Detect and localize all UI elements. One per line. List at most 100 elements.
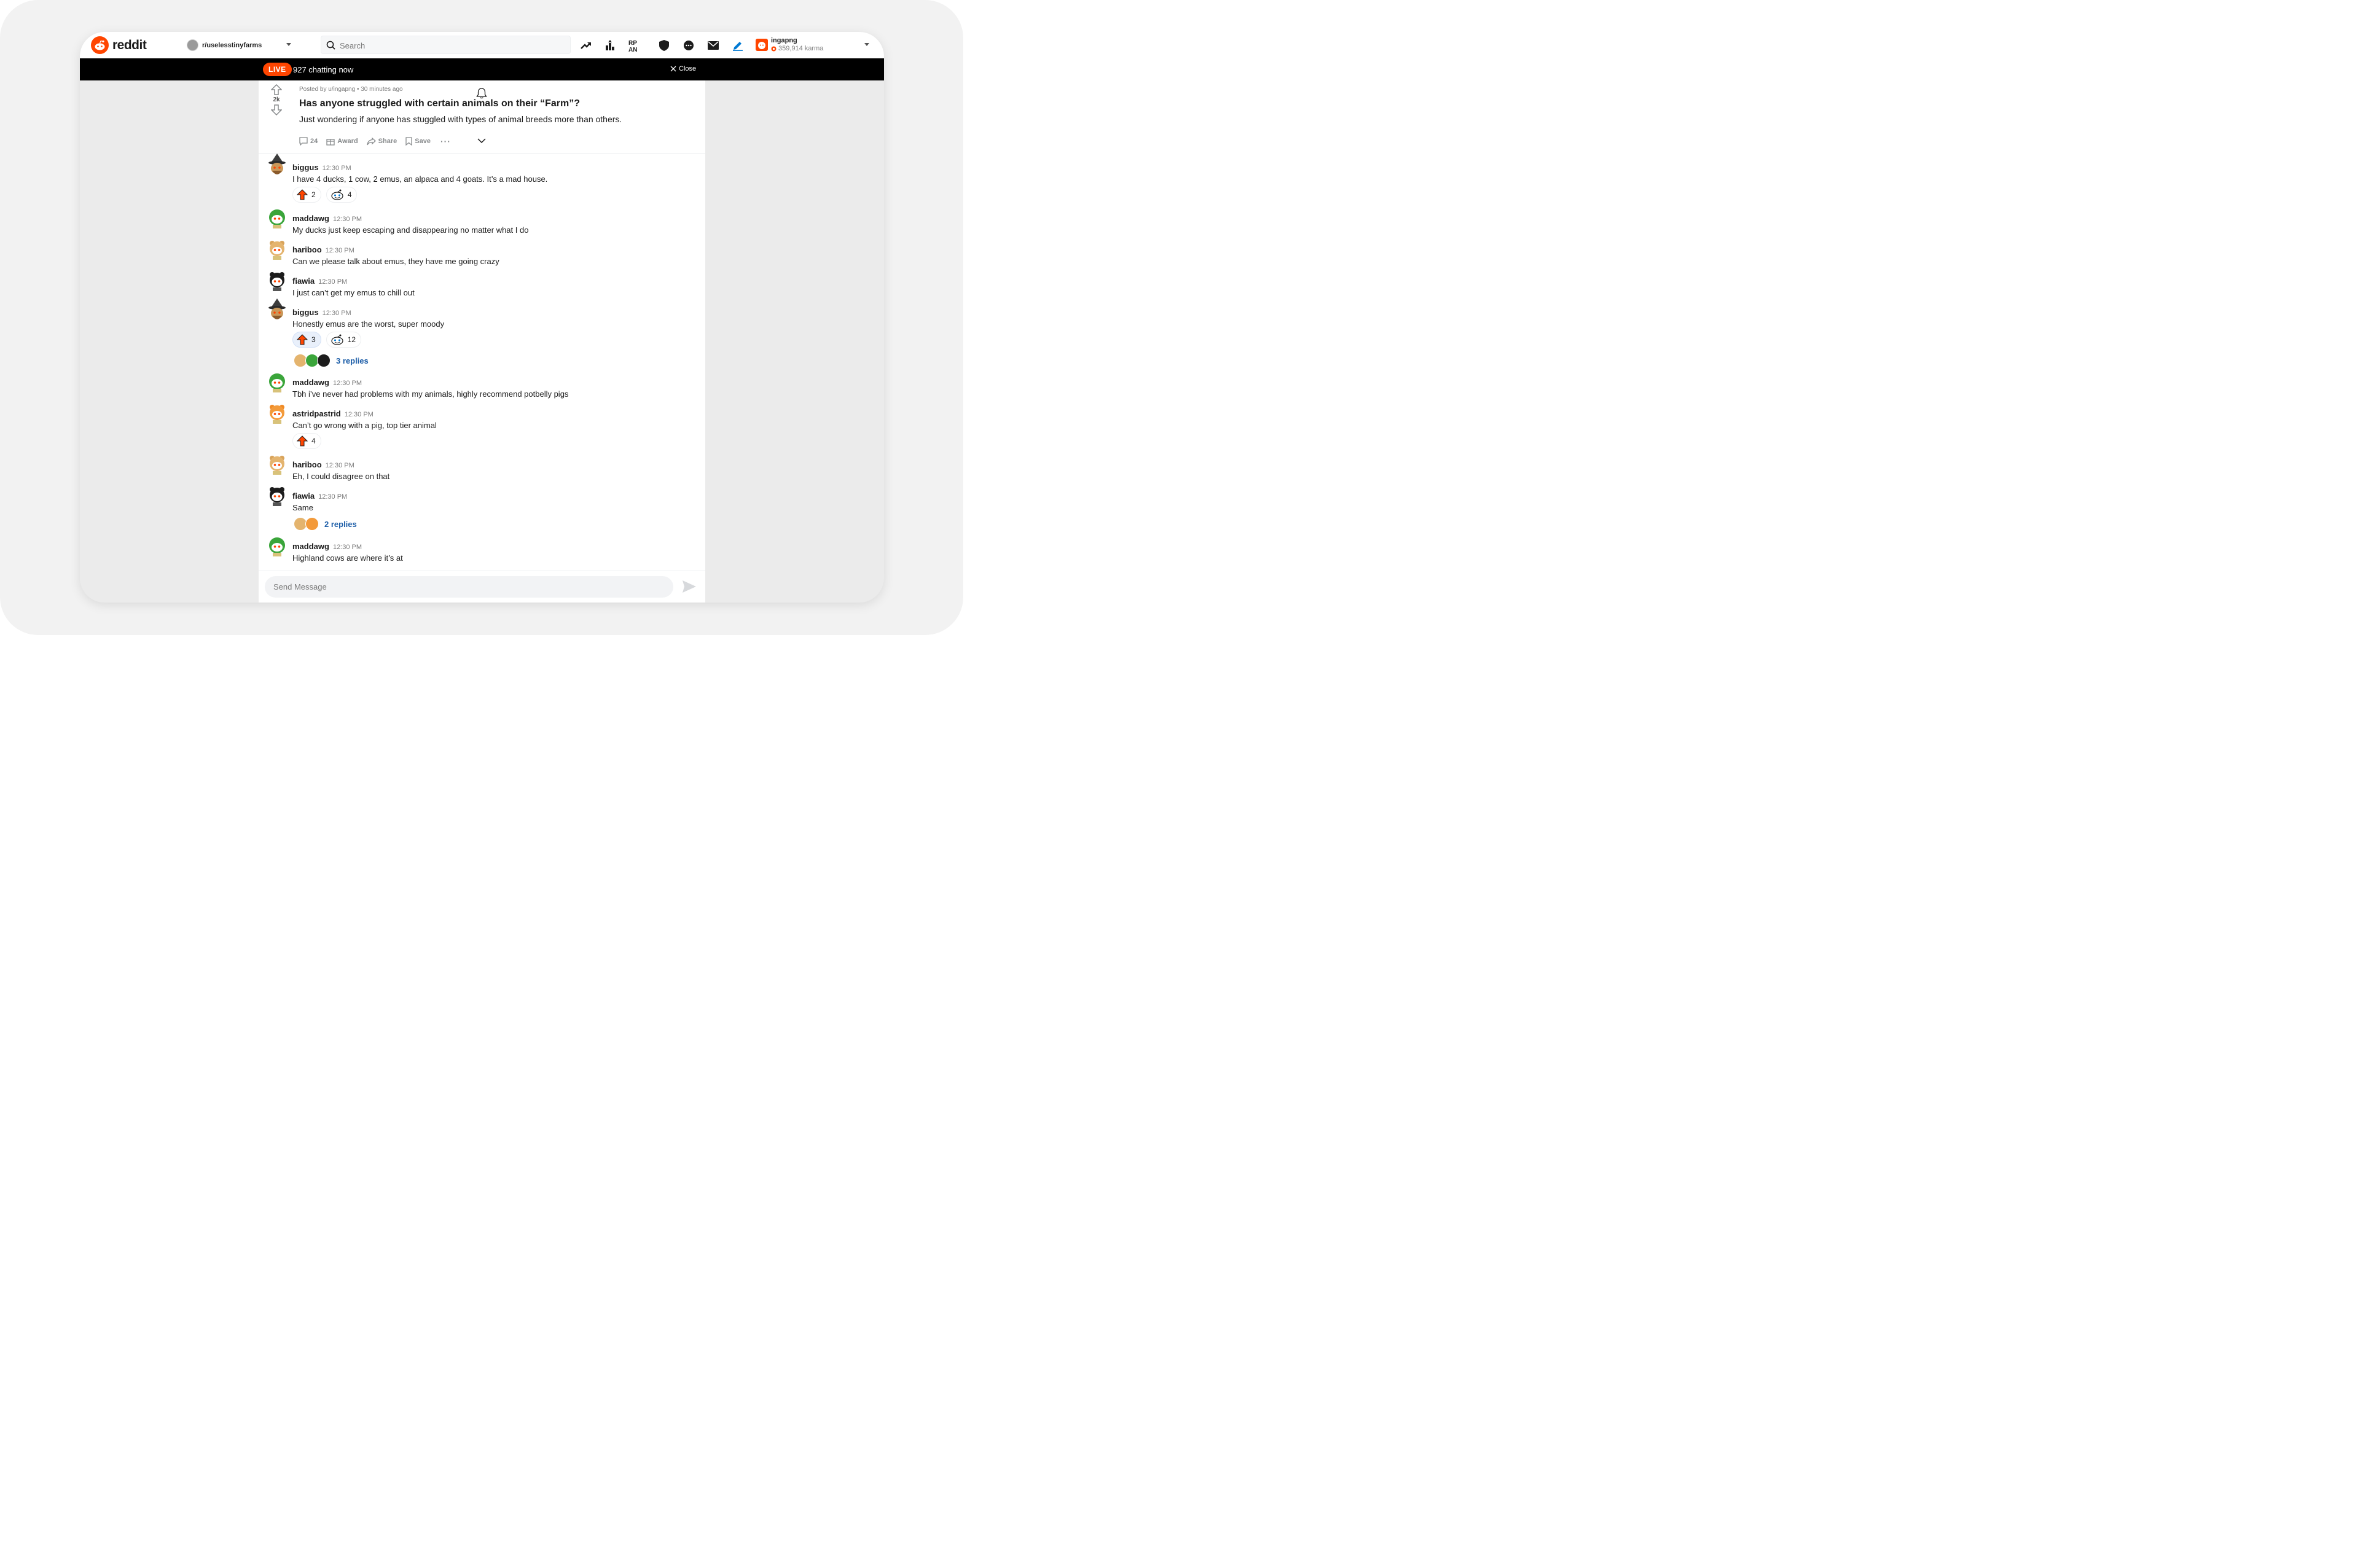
message-author[interactable]: hariboo [292, 245, 322, 254]
svg-text:AN: AN [628, 47, 637, 52]
user-avatar [756, 39, 768, 51]
rpan-icon[interactable]: RP AN [628, 39, 641, 52]
chat-icon[interactable] [682, 39, 695, 52]
reddit-wordmark: reddit [112, 37, 147, 52]
panda-avatar-icon [270, 487, 284, 506]
share-button[interactable]: Share [367, 137, 397, 146]
message-text: Same [292, 503, 313, 512]
upvote-reaction[interactable]: 3 [292, 332, 321, 348]
leaderboard-icon[interactable] [603, 39, 617, 52]
close-icon [670, 66, 676, 72]
inbox-mail-icon[interactable] [706, 39, 720, 52]
bear-avatar-icon [270, 456, 284, 475]
save-button[interactable]: Save [405, 137, 431, 146]
bear-avatar-icon [270, 241, 284, 260]
message-author[interactable]: maddawg [292, 542, 329, 551]
user-caret-down-icon[interactable] [864, 43, 870, 47]
chevron-down-icon[interactable] [477, 138, 486, 143]
message-author[interactable]: fiawia [292, 491, 315, 501]
community-name: r/uselesstinyfarms [202, 41, 262, 49]
message-text: I have 4 ducks, 1 cow, 2 emus, an alpaca… [292, 174, 548, 184]
message-author[interactable]: maddawg [292, 214, 329, 223]
message-text: Can we please talk about emus, they have… [292, 257, 499, 266]
karma-count: 359,914 karma [771, 45, 823, 53]
wizard-avatar-icon [268, 154, 286, 174]
create-post-pencil-icon[interactable] [731, 39, 745, 52]
top-navigation-bar: reddit r/uselesstinyfarms RPAN [80, 32, 884, 58]
post-body: Just wondering if anyone has stuggled wi… [299, 114, 622, 124]
username: ingapng [771, 37, 797, 44]
post-meta: Posted by u/ingapng • 30 minutes ago [299, 86, 403, 93]
message-author[interactable]: biggus [292, 308, 319, 317]
post-header: 2k Posted by u/ingapng • 30 minutes ago … [259, 80, 705, 154]
message-time: 12:30 PM [325, 247, 354, 254]
reaction-count: 12 [347, 335, 356, 344]
reactions: 3 12 [292, 332, 362, 348]
replies-thread[interactable]: 2 replies [294, 517, 357, 531]
post-actions: 24 Award Share Save ··· [299, 137, 451, 146]
mod-shield-icon[interactable] [657, 39, 671, 52]
caret-down-icon[interactable] [286, 43, 292, 47]
reddit-logo[interactable]: reddit [91, 36, 147, 54]
message-text: Tbh i’ve never had problems with my anim… [292, 389, 569, 399]
upvote-reaction[interactable]: 2 [292, 187, 321, 203]
post-title[interactable]: Has anyone struggled with certain animal… [299, 98, 580, 109]
replies-link[interactable]: 3 replies [336, 356, 369, 365]
search-bar [321, 36, 571, 55]
share-arrow-icon [367, 137, 376, 145]
comment-bubble-icon [299, 137, 308, 146]
community-icon [187, 39, 198, 51]
message-author[interactable]: hariboo [292, 460, 322, 469]
panda-avatar-icon [270, 272, 284, 291]
replies-thread[interactable]: 3 replies [294, 354, 369, 367]
message-text: Highland cows are where it’s at [292, 553, 403, 563]
reaction-count: 4 [311, 437, 316, 445]
snoo-reaction[interactable]: 12 [326, 332, 362, 348]
upvote-arrow-icon[interactable] [271, 84, 282, 95]
reactions: 2 4 [292, 187, 358, 203]
notification-bell-icon[interactable] [476, 87, 487, 99]
close-button[interactable]: Close [670, 65, 696, 72]
snoo-face-icon [331, 189, 343, 200]
message-text: I just can’t get my emus to chill out [292, 288, 415, 297]
close-label: Close [679, 65, 697, 72]
live-chat-banner: LIVE 927 chatting now Close [80, 58, 884, 80]
message-time: 12:30 PM [344, 411, 374, 418]
wizard-avatar-icon [268, 298, 286, 319]
message-author[interactable]: biggus [292, 163, 319, 172]
karma-icon [771, 46, 777, 52]
message-author[interactable]: astridpastrid [292, 409, 341, 418]
comments-button[interactable]: 24 [299, 137, 318, 146]
upvote-arrow-icon [297, 334, 308, 345]
bookmark-icon [405, 137, 412, 146]
browser-frame: reddit r/uselesstinyfarms RPAN [80, 32, 884, 603]
message-time: 12:30 PM [318, 278, 348, 286]
message-time: 12:30 PM [322, 165, 351, 172]
share-label: Share [378, 138, 397, 145]
community-selector[interactable]: r/uselesstinyfarms [187, 39, 262, 51]
message-author[interactable]: maddawg [292, 378, 329, 387]
downvote-arrow-icon[interactable] [271, 104, 282, 115]
upvote-reaction[interactable]: 4 [292, 433, 321, 449]
trending-icon[interactable] [579, 39, 593, 52]
reply-avatars [294, 517, 319, 531]
reaction-count: 2 [311, 190, 316, 199]
more-options-icon[interactable]: ··· [440, 137, 451, 146]
message-text: Eh, I could disagree on that [292, 472, 390, 481]
replies-link[interactable]: 2 replies [324, 520, 357, 529]
upvote-arrow-icon [297, 189, 308, 200]
message-time: 12:30 PM [325, 462, 354, 469]
search-input[interactable] [338, 36, 562, 55]
award-button[interactable]: Award [326, 137, 358, 146]
message-author[interactable]: fiawia [292, 276, 315, 286]
message-time: 12:30 PM [318, 493, 348, 501]
frog-avatar-icon [269, 373, 285, 392]
send-arrow-icon[interactable] [682, 580, 697, 593]
snoo-logo-icon [91, 36, 109, 54]
gift-award-icon [326, 139, 335, 146]
send-message-input[interactable] [265, 576, 673, 598]
tiger-avatar-icon [270, 405, 284, 424]
save-label: Save [415, 138, 431, 145]
user-menu[interactable]: ingapng 359,914 karma [756, 37, 823, 53]
snoo-reaction[interactable]: 4 [326, 187, 358, 203]
